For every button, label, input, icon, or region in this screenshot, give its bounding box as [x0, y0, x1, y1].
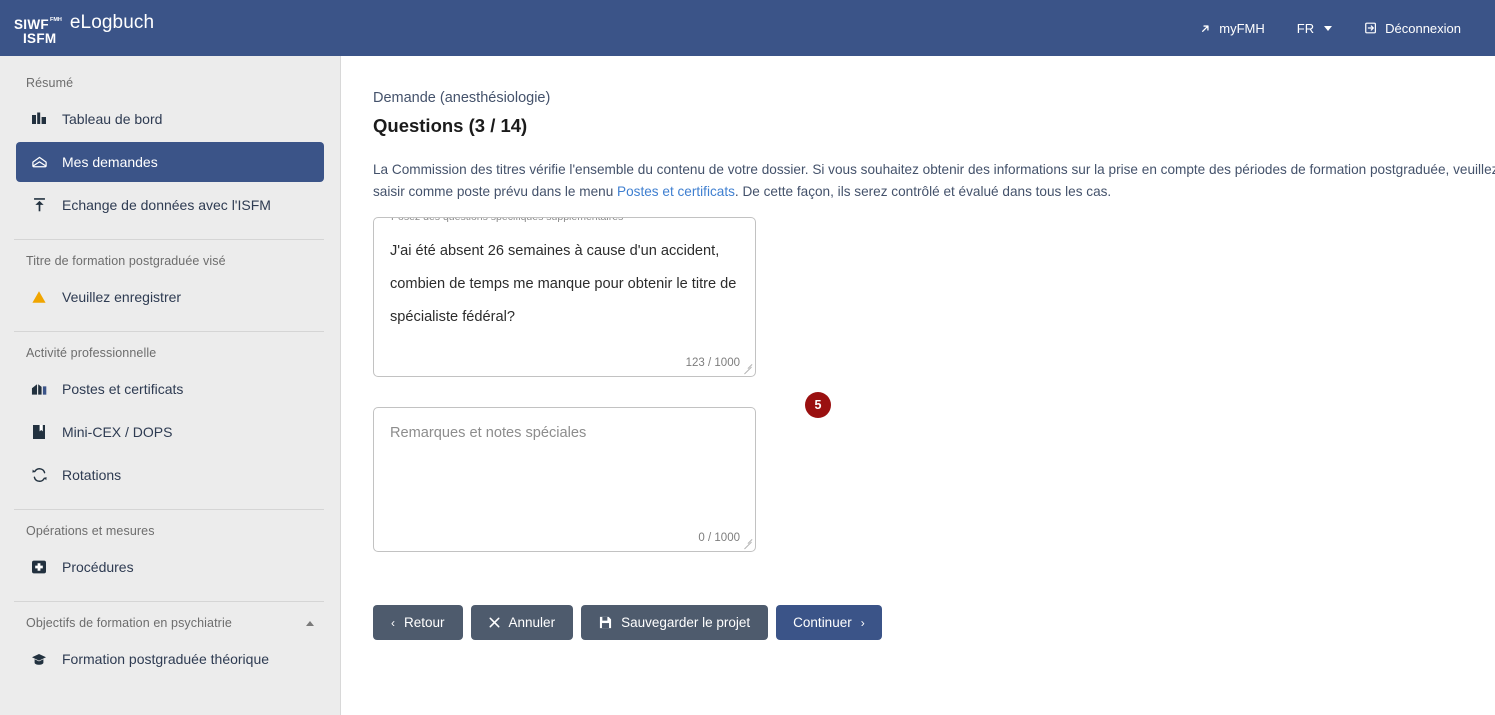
remarks-textarea[interactable]: Remarques et notes spéciales 0 / 1000: [373, 407, 756, 552]
logo-line-1: SIWF: [14, 16, 49, 32]
app-title: eLogbuch: [69, 11, 155, 33]
question-field-legend: Posez des questions spécifiques suppléme…: [386, 218, 629, 223]
sidebar-item-label: Postes et certificats: [62, 381, 184, 397]
sidebar-group-label: Opérations et mesures: [26, 524, 155, 538]
dashboard-icon: [30, 111, 48, 127]
siwf-isfm-logo: SIWF FMH ISFM: [14, 16, 62, 46]
sidebar-group-label: Objectifs de formation en psychiatrie: [26, 616, 232, 630]
chevron-up-icon[interactable]: [306, 620, 314, 626]
sidebar-group-title-operations: Opérations et mesures: [0, 512, 340, 544]
main-content: Demande (anesthésiologie) Questions (3 /…: [342, 56, 1495, 715]
sidebar-group-label: Activité professionnelle: [26, 346, 157, 360]
sidebar-group-title-activite: Activité professionnelle: [0, 334, 340, 366]
chevron-left-icon: ‹: [391, 615, 395, 630]
sidebar-item-tableau-de-bord[interactable]: Tableau de bord: [16, 99, 324, 139]
chevron-down-icon: [1324, 25, 1333, 31]
sidebar-group-title-objectifs[interactable]: Objectifs de formation en psychiatrie: [0, 604, 340, 636]
logo-superscript: FMH: [49, 16, 62, 23]
remarks-field-wrapper: Remarques et notes spéciales 0 / 1000: [373, 407, 756, 552]
intro-text-part-2: . De cette façon, ils serez contrôlé et …: [734, 184, 1112, 199]
sidebar-item-veuillez-enregistrer[interactable]: Veuillez enregistrer: [16, 277, 324, 317]
header-logout-button[interactable]: Déconnexion: [1348, 15, 1477, 42]
sidebar-divider: [14, 331, 324, 332]
sidebar-item-mini-cex-dops[interactable]: Mini-CEX / DOPS: [16, 412, 324, 452]
graduation-cap-icon: [30, 652, 48, 667]
sidebar-divider: [14, 509, 324, 510]
sidebar-item-label: Echange de données avec l'ISFM: [62, 197, 271, 213]
inbox-icon: [30, 154, 48, 171]
save-icon: [599, 616, 612, 629]
header-actions: myFMH FR Déconnexion: [1183, 15, 1477, 42]
upload-icon: [30, 197, 48, 213]
arrow-up-right-icon: [1199, 22, 1212, 35]
status-badge: 5: [805, 392, 831, 418]
sidebar-group-title-resume: Résumé: [0, 64, 340, 96]
annuler-button-label: Annuler: [508, 615, 556, 630]
sidebar-item-formation-postgraduee-theorique[interactable]: Formation postgraduée théorique: [16, 639, 324, 679]
question-resize-handle[interactable]: [742, 363, 753, 374]
header-language-label: FR: [1296, 20, 1315, 36]
remarks-char-counter: 0 / 1000: [698, 532, 740, 544]
sidebar-item-label: Formation postgraduée théorique: [62, 651, 270, 667]
close-icon: [489, 617, 500, 628]
sidebar-item-rotations[interactable]: Rotations: [16, 455, 324, 495]
intro-paragraph: La Commission des titres vérifie l'ensem…: [373, 159, 1495, 203]
brand[interactable]: SIWF FMH ISFM eLogbuch: [14, 12, 154, 45]
refresh-icon: [30, 467, 48, 483]
breadcrumb: Demande (anesthésiologie): [373, 90, 551, 106]
hospital-icon: [30, 381, 48, 397]
postes-et-certificats-link[interactable]: Postes et certificats: [617, 184, 735, 199]
question-char-counter: 123 / 1000: [685, 357, 740, 369]
sidebar-group-label: Résumé: [26, 76, 74, 90]
sidebar-divider: [14, 239, 324, 240]
remarks-textarea-placeholder: Remarques et notes spéciales: [390, 425, 587, 441]
sidebar-group-title-titre: Titre de formation postgraduée visé: [0, 242, 340, 274]
medical-cross-icon: [30, 559, 48, 575]
sidebar-item-label: Tableau de bord: [62, 111, 163, 127]
header-myfmh-link[interactable]: myFMH: [1183, 15, 1281, 42]
sidebar-item-label: Procédures: [62, 559, 134, 575]
sidebar-item-postes-et-certificats[interactable]: Postes et certificats: [16, 369, 324, 409]
sauvegarder-le-projet-button[interactable]: Sauvegarder le projet: [581, 605, 769, 640]
sidebar-item-label: Mini-CEX / DOPS: [62, 424, 173, 440]
sidebar-item-mes-demandes[interactable]: Mes demandes: [16, 142, 324, 182]
sauvegarder-button-label: Sauvegarder le projet: [621, 615, 751, 630]
sidebar-item-procedures[interactable]: Procédures: [16, 547, 324, 587]
sidebar-item-echange-de-donnees[interactable]: Echange de données avec l'ISFM: [16, 185, 324, 225]
retour-button[interactable]: ‹ Retour: [373, 605, 463, 640]
warning-icon: [30, 290, 48, 305]
sidebar-item-label: Rotations: [62, 467, 122, 483]
question-textarea-value: J'ai été absent 26 semaines à cause d'un…: [390, 243, 737, 325]
chevron-right-icon: ›: [860, 615, 865, 630]
question-field-wrapper: Posez des questions spécifiques suppléme…: [373, 217, 756, 377]
header-language-selector[interactable]: FR: [1281, 15, 1348, 42]
continuer-button-label: Continuer: [793, 615, 852, 630]
page-title: Questions (3 / 14): [373, 115, 528, 136]
sidebar-item-label: Veuillez enregistrer: [62, 289, 182, 305]
header-myfmh-label: myFMH: [1219, 20, 1265, 36]
annuler-button[interactable]: Annuler: [470, 605, 574, 640]
app-root: SIWF FMH ISFM eLogbuch myFMH FR Déconnex…: [0, 0, 1495, 715]
continuer-button[interactable]: Continuer ›: [776, 605, 882, 640]
app-header: SIWF FMH ISFM eLogbuch myFMH FR Déconnex…: [0, 0, 1495, 56]
sidebar-item-label: Mes demandes: [62, 154, 158, 170]
sidebar-group-label: Titre de formation postgraduée visé: [26, 254, 226, 268]
bookmark-icon: [30, 424, 48, 440]
form-action-buttons: ‹ Retour Annuler Sauvegarder le projet C…: [373, 605, 1495, 640]
question-textarea[interactable]: Posez des questions spécifiques suppléme…: [373, 217, 756, 377]
header-logout-label: Déconnexion: [1385, 20, 1461, 36]
sidebar: Résumé Tableau de bord Mes demandes Echa…: [0, 56, 341, 715]
remarks-resize-handle[interactable]: [742, 538, 753, 549]
logo-line-2: ISFM: [23, 30, 57, 46]
retour-button-label: Retour: [404, 615, 445, 630]
sidebar-divider: [14, 601, 324, 602]
logout-icon: [1364, 21, 1378, 35]
